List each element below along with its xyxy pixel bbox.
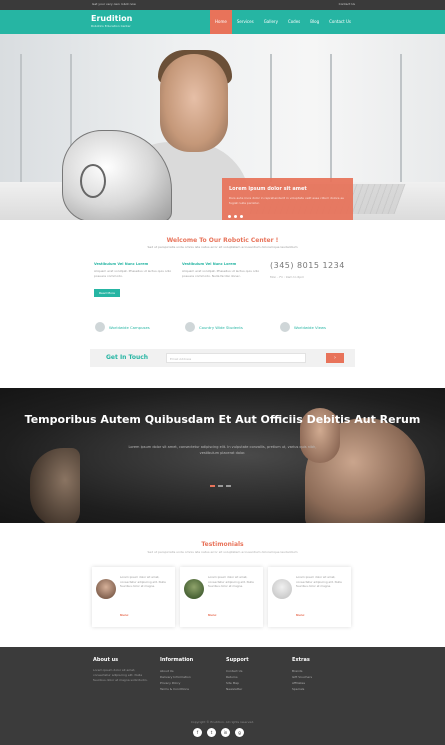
band-headline: Temporibus Autem Quibusdam Et Aut Offici…: [24, 413, 421, 426]
welcome-title: Welcome To Our Robotic Center !: [166, 237, 279, 244]
footer-about: About us Lorem ipsum dolor sit amet, con…: [93, 657, 153, 683]
footer-heading: Information: [160, 657, 194, 663]
slide-dot[interactable]: [234, 215, 237, 218]
robot-face-image: [30, 448, 80, 523]
footer-link[interactable]: Terms & Conditions: [160, 686, 220, 692]
window-pane: [20, 54, 22, 184]
nav-item-gallery[interactable]: Gallery: [259, 10, 283, 34]
campus-icon: [95, 322, 105, 332]
band-dot[interactable]: [218, 485, 223, 487]
column-heading: Vestibulum Vel Nunc Lorem: [94, 262, 149, 266]
welcome-column-1: Vestibulum Vel Nunc Lorem Aliquam erat v…: [94, 262, 172, 279]
testimonial-card: Lorem ipsum dolor sit amet, consectetur …: [268, 567, 351, 627]
footer-information: Information About Us Delivery Informatio…: [160, 657, 220, 692]
linkedin-icon[interactable]: in: [221, 728, 230, 737]
testimonial-card: Lorem ipsum dolor sit amet, consectetur …: [92, 567, 175, 627]
footer-heading: Support: [226, 657, 249, 663]
footer-about-text: Lorem ipsum dolor sit amet, consectetur …: [93, 668, 148, 682]
slide-text: Duis aute irure dolor in reprehenderit i…: [229, 196, 345, 205]
testimonial-text: Lorem ipsum dolor sit amet, consectetur …: [208, 575, 254, 588]
copyright-text: Copyright © Erudition. All rights reserv…: [190, 720, 255, 724]
footer-heading: About us: [93, 657, 119, 663]
testimonials-title: Testimonials: [201, 541, 244, 548]
slide-caption-box: Lorem ipsum dolor sit amet Duis aute iru…: [222, 178, 353, 220]
avatar: [272, 579, 292, 599]
slide-dot[interactable]: [240, 215, 243, 218]
testimonial-text: Lorem ipsum dolor sit amet, consectetur …: [120, 575, 166, 588]
slide-title: Lorem ipsum dolor sit amet: [229, 186, 307, 192]
top-bar: Get your very own robot now Contact Us: [0, 0, 445, 10]
feature-label: Worldwide Campuses: [109, 324, 150, 330]
feature-views: Worldwide Views: [280, 320, 326, 334]
band-dot[interactable]: [210, 485, 215, 487]
robot-joint-image: [80, 164, 106, 198]
feature-students: Country Wide Students: [185, 320, 243, 334]
column-heading: Vestibulum Vel Nunc Lorem: [182, 262, 237, 266]
footer-support: Support Contact Us Returns Site Map News…: [226, 657, 286, 692]
twitter-icon[interactable]: t: [207, 728, 216, 737]
top-bar-contact[interactable]: Contact Us: [339, 2, 355, 6]
person-face-image: [160, 54, 228, 152]
feature-label: Worldwide Views: [294, 324, 326, 330]
read-more-button[interactable]: Read More: [94, 289, 120, 297]
nav-item-contact[interactable]: Contact Us: [324, 10, 356, 34]
get-in-touch-bar: Get In Touch Email Address: [90, 349, 355, 367]
footer-link[interactable]: Specials: [292, 686, 352, 692]
feature-campuses: Worldwide Campuses: [95, 320, 150, 334]
site-logo[interactable]: Erudition: [91, 14, 132, 23]
testimonial-text: Lorem ipsum dolor sit amet, consectetur …: [296, 575, 342, 588]
globe-icon: [280, 322, 290, 332]
google-plus-icon[interactable]: g: [235, 728, 244, 737]
main-nav: Home Services Gallery Codes Blog Contact…: [210, 10, 356, 34]
parallax-band: Temporibus Autem Quibusdam Et Aut Offici…: [0, 388, 445, 523]
submit-button[interactable]: ›: [326, 353, 344, 363]
hero-slider: Lorem ipsum dolor sit amet Duis aute iru…: [0, 34, 445, 220]
nav-item-codes[interactable]: Codes: [283, 10, 305, 34]
nav-item-blog[interactable]: Blog: [305, 10, 324, 34]
column-text: Aliquam erat volutpat. Phasellus ut lect…: [94, 269, 172, 278]
nav-item-home[interactable]: Home: [210, 10, 232, 34]
testimonial-card: Lorem ipsum dolor sit amet, consectetur …: [180, 567, 263, 627]
slide-pagination: [228, 215, 243, 218]
avatar: [96, 579, 116, 599]
band-dot[interactable]: [226, 485, 231, 487]
feature-label: Country Wide Students: [199, 324, 243, 330]
nav-item-services[interactable]: Services: [232, 10, 259, 34]
band-subtext: Lorem ipsum dolor sit amet, consectetur …: [128, 445, 317, 455]
column-text: Aliquam erat volutpat. Phasellus ut lect…: [182, 269, 260, 278]
testimonials-subtitle: Sed ut perspiciatis unde omnis iste natu…: [147, 550, 298, 554]
email-input[interactable]: Email Address: [166, 353, 306, 363]
window-pane: [270, 54, 272, 184]
band-pagination: [210, 485, 231, 487]
testimonial-name: Nunc: [208, 613, 217, 617]
testimonial-name: Nunc: [296, 613, 305, 617]
phone-number: (345) 8015 1234: [270, 261, 345, 270]
window-pane: [330, 54, 332, 184]
social-links: f t in g: [193, 728, 244, 737]
slide-dot[interactable]: [228, 215, 231, 218]
footer-heading: Extras: [292, 657, 310, 663]
window-pane: [400, 54, 402, 184]
feature-row: Worldwide Campuses Country Wide Students…: [95, 320, 355, 334]
footer-link[interactable]: Newsletter: [226, 686, 286, 692]
site-header: Erudition Robotics Education Center Home…: [0, 10, 445, 34]
get-in-touch-label: Get In Touch: [106, 354, 149, 361]
top-bar-tagline: Get your very own robot now: [92, 2, 136, 6]
student-icon: [185, 322, 195, 332]
welcome-subtitle: Sed ut perspiciatis unde omnis iste natu…: [147, 245, 298, 249]
avatar: [184, 579, 204, 599]
site-logo-subtitle: Robotics Education Center: [91, 24, 131, 28]
welcome-column-2: Vestibulum Vel Nunc Lorem Aliquam erat v…: [182, 262, 260, 279]
facebook-icon[interactable]: f: [193, 728, 202, 737]
phone-hours: Mon - Fri : 9am to 6pm: [270, 275, 305, 279]
footer-extras: Extras Brands Gift Vouchers Affiliates S…: [292, 657, 352, 692]
testimonial-name: Nunc: [120, 613, 129, 617]
